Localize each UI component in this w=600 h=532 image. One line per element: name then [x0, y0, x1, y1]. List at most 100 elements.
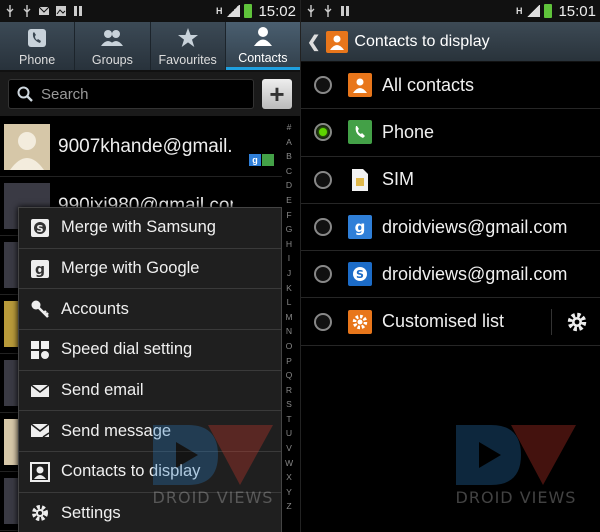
index-letter[interactable]: U: [286, 426, 292, 441]
option-google-account[interactable]: g droidviews@gmail.com: [301, 204, 600, 252]
signal-icon: [526, 5, 541, 17]
customise-icon: [348, 309, 372, 334]
search-box[interactable]: [8, 79, 254, 109]
menu-item-accounts[interactable]: Accounts: [19, 289, 281, 331]
network-type: H: [215, 6, 223, 16]
speed-dial-icon: [29, 339, 51, 361]
radio-button[interactable]: [314, 312, 332, 331]
contacts-icon: [326, 30, 349, 53]
email-icon: [38, 6, 50, 15]
tab-label: Groups: [91, 52, 133, 67]
add-contact-button[interactable]: +: [262, 79, 292, 109]
radio-button-selected[interactable]: [314, 123, 332, 142]
menu-item-send-email[interactable]: Send email: [19, 371, 281, 412]
search-row: +: [0, 72, 300, 116]
index-letter[interactable]: T: [286, 412, 291, 427]
contact-row[interactable]: 9007khande@gmail.com g: [0, 118, 282, 177]
index-letter[interactable]: L: [287, 295, 292, 310]
tab-groups[interactable]: Groups: [75, 22, 151, 70]
account-badges: g: [249, 154, 274, 166]
radio-button[interactable]: [314, 218, 332, 237]
key-icon: [29, 298, 51, 320]
samsung-icon: S: [29, 217, 51, 239]
tab-label: Favourites: [158, 52, 217, 67]
customise-settings-button[interactable]: [551, 309, 591, 336]
index-letter[interactable]: N: [286, 324, 292, 339]
index-letter[interactable]: X: [286, 470, 292, 485]
status-bar: H 15:01: [301, 0, 600, 22]
index-letter[interactable]: I: [288, 251, 290, 266]
index-letter[interactable]: M: [285, 310, 292, 325]
samsung-icon: S: [348, 262, 372, 287]
index-letter[interactable]: Q: [286, 368, 293, 383]
index-letter[interactable]: #: [287, 120, 292, 135]
google-icon: g: [348, 215, 372, 240]
index-letter[interactable]: H: [286, 237, 292, 252]
tab-phone[interactable]: Phone: [0, 22, 76, 70]
index-letter[interactable]: V: [286, 441, 292, 456]
tab-favourites[interactable]: Favourites: [151, 22, 226, 70]
option-sim[interactable]: SIM: [301, 157, 600, 204]
watermark-logo: DROID VIEWS: [451, 420, 581, 507]
index-letter[interactable]: O: [286, 339, 293, 354]
display-options-list: All contacts Phone SIM g droidviews@gmai…: [301, 62, 600, 346]
index-letter[interactable]: K: [286, 281, 292, 296]
option-customised-list[interactable]: Customised list: [301, 298, 600, 346]
index-letter[interactable]: Y: [286, 485, 292, 500]
index-letter[interactable]: B: [286, 149, 292, 164]
index-letter[interactable]: E: [286, 193, 292, 208]
alphabet-index[interactable]: # A B C D E F G H I J K L M N O P Q R S …: [282, 120, 296, 514]
menu-item-merge-google[interactable]: g Merge with Google: [19, 249, 281, 290]
avatar: [4, 124, 50, 170]
option-label: droidviews@gmail.com: [382, 263, 568, 284]
tab-contacts[interactable]: Contacts: [225, 22, 300, 70]
google-icon: g: [29, 258, 51, 280]
contact-card-icon: [29, 461, 51, 483]
phone-icon: [25, 26, 49, 50]
svg-text:S: S: [36, 224, 43, 235]
index-letter[interactable]: C: [286, 164, 292, 179]
index-letter[interactable]: J: [287, 266, 291, 281]
radio-button[interactable]: [314, 76, 332, 95]
menu-item-merge-samsung[interactable]: S Merge with Samsung: [19, 208, 281, 249]
menu-label: Accounts: [61, 299, 129, 318]
search-icon: [17, 86, 33, 102]
option-label: SIM: [382, 169, 415, 190]
index-letter[interactable]: S: [286, 397, 292, 412]
index-letter[interactable]: A: [286, 135, 292, 150]
svg-text:g: g: [355, 218, 366, 236]
menu-item-speed-dial[interactable]: Speed dial setting: [19, 330, 281, 371]
index-letter[interactable]: P: [286, 354, 292, 369]
watermark-text: DROID VIEWS: [455, 488, 577, 507]
radio-button[interactable]: [314, 265, 332, 284]
search-input[interactable]: [41, 85, 191, 103]
contacts-to-display-screen: H 15:01 ❮ Contacts to display All contac…: [300, 0, 600, 532]
option-samsung-account[interactable]: S droidviews@gmail.com: [301, 251, 600, 299]
svg-text:S: S: [356, 268, 364, 281]
option-label: Phone: [382, 121, 435, 142]
option-all-contacts[interactable]: All contacts: [301, 62, 600, 110]
index-letter[interactable]: G: [286, 222, 293, 237]
signal-icon: [226, 5, 241, 17]
option-phone[interactable]: Phone: [301, 109, 600, 157]
index-letter[interactable]: Z: [286, 499, 291, 514]
message-icon: [29, 420, 51, 442]
menu-label: Speed dial setting: [61, 340, 193, 359]
title-bar: ❮ Contacts to display: [301, 22, 600, 62]
gear-icon: [567, 313, 586, 332]
back-arrow-icon[interactable]: ❮: [307, 32, 320, 52]
pause-icon: [341, 6, 349, 16]
index-letter[interactable]: W: [285, 456, 293, 471]
index-letter[interactable]: D: [286, 178, 292, 193]
index-letter[interactable]: R: [286, 383, 292, 398]
image-icon: [56, 6, 66, 16]
index-letter[interactable]: F: [286, 208, 291, 223]
option-label: droidviews@gmail.com: [382, 216, 568, 237]
radio-button[interactable]: [314, 170, 332, 189]
usb-icon: [6, 5, 14, 17]
tab-label: Contacts: [238, 51, 288, 65]
gear-icon: [29, 502, 51, 524]
google-icon: g: [249, 154, 261, 166]
svg-text:g: g: [35, 262, 45, 278]
battery-icon: [244, 4, 253, 18]
